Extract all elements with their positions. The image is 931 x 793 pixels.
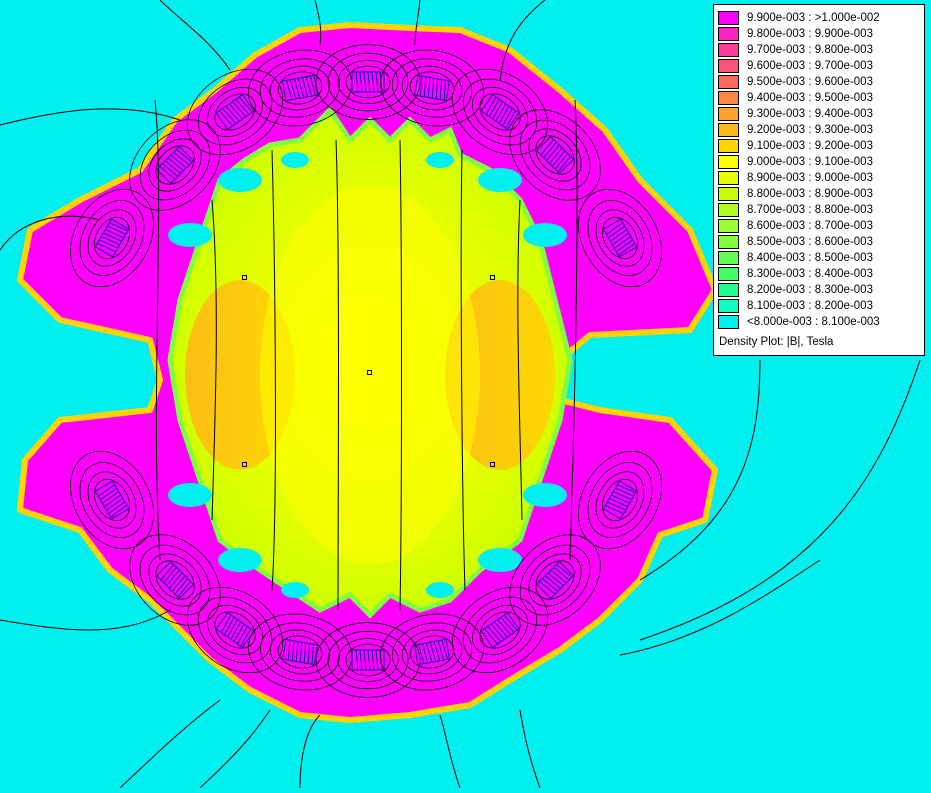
legend-swatch [718,251,739,265]
legend-swatch [718,235,739,249]
legend-label: 9.900e-003 : >1.000e-002 [747,12,880,24]
legend-label: 8.200e-003 : 8.300e-003 [747,284,873,296]
legend-item: 9.300e-003 : 9.400e-003 [718,106,880,122]
legend-item: 9.000e-003 : 9.100e-003 [718,154,880,170]
legend-swatch [718,27,739,41]
legend-item: 8.900e-003 : 9.000e-003 [718,170,880,186]
legend-label: 8.600e-003 : 8.700e-003 [747,220,873,232]
legend-item: 8.500e-003 : 8.600e-003 [718,234,880,250]
legend-label: 8.100e-003 : 8.200e-003 [747,300,873,312]
legend-label: 9.700e-003 : 9.800e-003 [747,44,873,56]
legend-item: 8.600e-003 : 8.700e-003 [718,218,880,234]
legend-label: 8.500e-003 : 8.600e-003 [747,236,873,248]
legend-title: Density Plot: |B|, Tesla [719,336,834,348]
legend-item: 8.200e-003 : 8.300e-003 [718,282,880,298]
legend-swatch [718,43,739,57]
legend-swatch [718,123,739,137]
legend-swatch [718,171,739,185]
legend-label: 9.600e-003 : 9.700e-003 [747,60,873,72]
legend-swatch [718,11,739,25]
legend-swatch [718,315,739,329]
legend-label: 9.500e-003 : 9.600e-003 [747,76,873,88]
legend-label: 9.300e-003 : 9.400e-003 [747,108,873,120]
legend-swatch [718,283,739,297]
legend-label: 8.300e-003 : 8.400e-003 [747,268,873,280]
legend-swatch [718,187,739,201]
legend-item: 8.400e-003 : 8.500e-003 [718,250,880,266]
legend-swatch [718,267,739,281]
legend: 9.900e-003 : >1.000e-002 9.800e-003 : 9.9… [713,4,925,356]
legend-item: 9.200e-003 : 9.300e-003 [718,122,880,138]
density-plot: 9.900e-003 : >1.000e-002 9.800e-003 : 9.9… [0,0,931,789]
legend-item: 9.700e-003 : 9.800e-003 [718,42,880,58]
legend-swatch [718,299,739,313]
legend-item: 9.600e-003 : 9.700e-003 [718,58,880,74]
legend-label: 9.100e-003 : 9.200e-003 [747,140,873,152]
legend-swatch [718,59,739,73]
legend-swatch [718,219,739,233]
legend-swatch [718,91,739,105]
legend-swatch [718,139,739,153]
legend-item: 9.100e-003 : 9.200e-003 [718,138,880,154]
legend-swatch [718,203,739,217]
legend-item: <8.000e-003 : 8.100e-003 [718,314,880,330]
legend-label: 9.400e-003 : 9.500e-003 [747,92,873,104]
legend-item: 9.900e-003 : >1.000e-002 [718,10,880,26]
legend-label: 9.000e-003 : 9.100e-003 [747,156,873,168]
legend-label: 8.700e-003 : 8.800e-003 [747,204,873,216]
legend-item: 8.100e-003 : 8.200e-003 [718,298,880,314]
legend-label: 9.200e-003 : 9.300e-003 [747,124,873,136]
legend-label: 8.400e-003 : 8.500e-003 [747,252,873,264]
legend-label: <8.000e-003 : 8.100e-003 [747,316,880,328]
legend-item: 9.400e-003 : 9.500e-003 [718,90,880,106]
legend-item: 9.800e-003 : 9.900e-003 [718,26,880,42]
legend-rows: 9.900e-003 : >1.000e-002 9.800e-003 : 9.9… [718,10,880,330]
legend-item: 8.800e-003 : 8.900e-003 [718,186,880,202]
legend-swatch [718,75,739,89]
legend-label: 8.800e-003 : 8.900e-003 [747,188,873,200]
legend-item: 9.500e-003 : 9.600e-003 [718,74,880,90]
legend-item: 8.300e-003 : 8.400e-003 [718,266,880,282]
legend-swatch [718,155,739,169]
legend-label: 9.800e-003 : 9.900e-003 [747,28,873,40]
legend-label: 8.900e-003 : 9.000e-003 [747,172,873,184]
legend-item: 8.700e-003 : 8.800e-003 [718,202,880,218]
legend-swatch [718,107,739,121]
